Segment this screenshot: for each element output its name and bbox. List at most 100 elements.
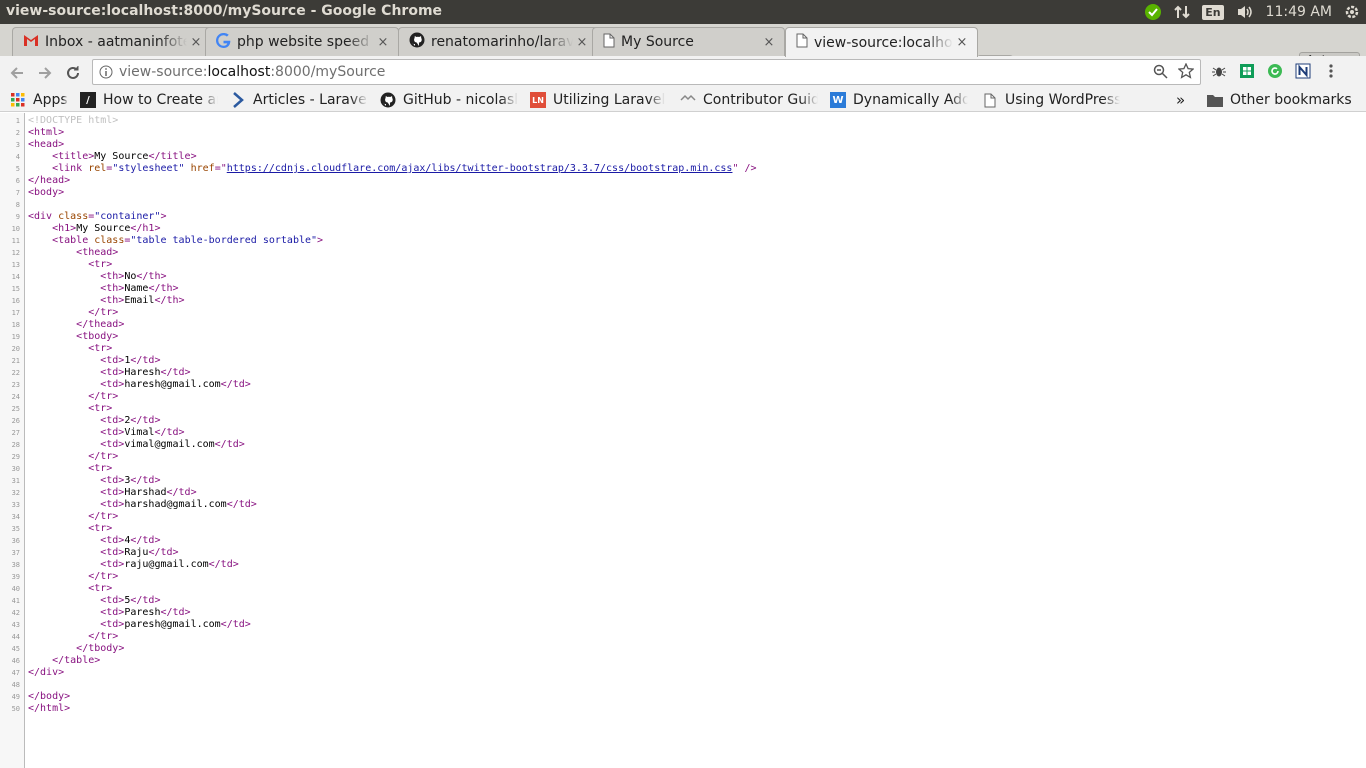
source-line: 41 <td>5</td> [0,595,757,607]
tab-inbox[interactable]: Inbox - aatmaninfotech × [12,27,212,56]
stylesheet-link[interactable]: https://cdnjs.cloudflare.com/ajax/libs/t… [227,163,733,174]
tab-close-icon[interactable]: × [187,35,205,50]
source-line: 35 <tr> [0,523,757,535]
view-source-content: 1 <!DOCTYPE html> 2 <html> 3 <head> 4 <title>M… [0,113,1366,768]
bug-extension-icon[interactable] [1210,62,1228,80]
volume-icon[interactable] [1236,4,1254,20]
line-code: <td>2</td> [100,415,161,426]
bookmark-dynamically-add[interactable]: W Dynamically Add [830,91,968,109]
line-code: </head> [28,175,71,186]
chrome-menu-icon[interactable] [1322,62,1340,80]
bookmark-utilizing-laravel[interactable]: LN Utilizing Laravel [530,91,668,109]
tab-my-source[interactable]: My Source × [592,27,785,56]
address-bar[interactable]: view-source:localhost:8000/mySource [92,59,1201,85]
bookmark-using-wordpress[interactable]: Using WordPress [982,91,1120,109]
url-path: :8000/mySource [270,64,386,80]
line-code: <thead> [76,247,119,258]
source-line: 12 <thead> [0,247,757,259]
forward-button[interactable] [34,62,56,84]
line-number: 35 [11,525,20,533]
bookmark-articles-laravel[interactable]: Articles - Laravel [230,91,368,109]
line-number: 40 [11,585,20,593]
line-number: 50 [11,705,20,713]
line-number: 41 [11,597,20,605]
tab-close-icon[interactable]: × [953,35,971,50]
line-code: <tr> [88,403,113,414]
line-number: 19 [11,333,20,341]
url-host: localhost [207,64,271,80]
bookmark-star-icon[interactable] [1177,62,1195,83]
update-check-icon[interactable] [1144,3,1162,21]
line-number: 5 [15,165,20,173]
line-number: 30 [11,465,20,473]
tab-view-source[interactable]: view-source:localhost × [785,27,978,57]
line-code: <td>vimal@gmail.com</td> [100,439,245,450]
line-number: 39 [11,573,20,581]
github-icon [409,32,425,52]
source-line: 5 <link rel="stylesheet" href="https://c… [0,163,757,175]
bookmark-label: How to Create an [103,92,218,108]
bookmark-label: GitHub - nicolaslopez [403,92,518,108]
source-line: 22 <td>Haresh</td> [0,367,757,379]
line-number: 12 [11,249,20,257]
source-line: 48 [0,679,757,691]
tab-label: My Source [621,34,694,50]
line-number: 21 [11,357,20,365]
line-number: 2 [15,129,20,137]
source-line: 11 <table class="table table-bordered so… [0,235,757,247]
tab-close-icon[interactable]: × [374,35,392,50]
source-line: 3 <head> [0,139,757,151]
clock[interactable]: 11:49 AM [1266,4,1332,20]
bookmarks-overflow-button[interactable]: » [1176,91,1190,109]
source-line: 1 <!DOCTYPE html> [0,115,757,127]
info-icon[interactable] [93,65,119,79]
source-code: 1 <!DOCTYPE html> 2 <html> 3 <head> 4 <title>M… [0,115,757,715]
url-scheme: view-source: [119,64,208,80]
refresh-extension-icon[interactable] [1266,62,1284,80]
bookmark-apps[interactable]: Apps [10,91,76,109]
bookmark-label: Contributor Guide [703,92,818,108]
bookmark-github[interactable]: GitHub - nicolaslopez [380,91,518,109]
zoom-icon[interactable] [1153,64,1168,83]
source-line: 10 <h1>My Source</h1> [0,223,757,235]
tab-close-icon[interactable]: × [573,35,591,50]
browser-toolbar: view-source:localhost:8000/mySource [0,56,1366,88]
network-icon[interactable] [1174,4,1190,20]
line-number: 34 [11,513,20,521]
line-number: 16 [11,297,20,305]
sheet-extension-icon[interactable] [1238,62,1256,80]
line-code: <td>raju@gmail.com</td> [100,559,239,570]
url-text[interactable]: view-source:localhost:8000/mySource [119,64,385,80]
tab-php-website-speed[interactable]: php website speed × [205,27,399,56]
n-extension-icon[interactable] [1294,62,1312,80]
line-number: 7 [15,189,20,197]
line-number: 22 [11,369,20,377]
tab-strip: Inbox - aatmaninfotech × php website spe… [0,24,1366,72]
line-number: 24 [11,393,20,401]
bookmark-contributor-guide[interactable]: Contributor Guide [680,91,818,109]
bookmark-label: Apps [33,92,68,108]
line-code: </tbody> [76,643,125,654]
line-number: 15 [11,285,20,293]
power-gear-icon[interactable] [1344,4,1360,20]
reload-button[interactable] [62,62,84,84]
back-button[interactable] [6,62,28,84]
bookmark-how-to-create[interactable]: / How to Create an [80,91,218,109]
tab-renatomarinho[interactable]: renatomarinho/laravel × [398,27,598,56]
w-icon: W [830,92,846,108]
tab-close-icon[interactable]: × [760,35,778,50]
keyboard-layout-indicator[interactable]: En [1202,4,1224,20]
line-code: <body> [28,187,65,198]
line-code: <tr> [88,583,113,594]
other-bookmarks[interactable]: Other bookmarks [1207,91,1357,109]
line-code: <td>1</td> [100,355,161,366]
system-top-panel: view-source:localhost:8000/mySource - Go… [0,0,1366,24]
source-line: 49 </body> [0,691,757,703]
line-code: </tr> [88,451,119,462]
line-number: 20 [11,345,20,353]
line-code: <title>My Source</title> [52,151,197,162]
line-number: 44 [11,633,20,641]
source-line: 9 <div class="container"> [0,211,757,223]
other-bookmarks-label: Other bookmarks [1230,92,1352,108]
